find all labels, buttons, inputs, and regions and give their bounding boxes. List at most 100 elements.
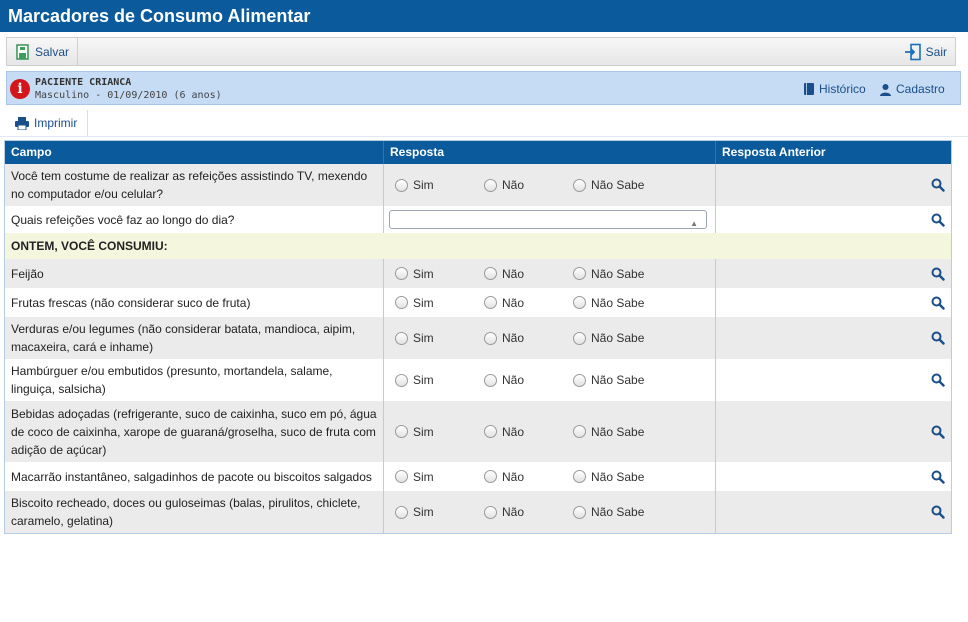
radio-circle[interactable] bbox=[484, 331, 497, 345]
radio-nao-sabe[interactable]: Não Sabe bbox=[573, 294, 644, 312]
save-button[interactable]: Salvar bbox=[7, 38, 79, 65]
radio-nao[interactable]: Não bbox=[484, 265, 524, 283]
radio-sim[interactable]: Sim bbox=[395, 294, 434, 312]
search-icon[interactable] bbox=[931, 470, 945, 484]
book-icon bbox=[804, 83, 814, 95]
radio-label: Não Sabe bbox=[591, 266, 645, 281]
radio-sim[interactable]: Sim bbox=[395, 503, 434, 521]
answer-radio-group: Sim Não Não Sabe bbox=[384, 288, 715, 317]
alert-icon: i bbox=[10, 79, 30, 99]
radio-label: Sim bbox=[413, 295, 434, 310]
history-link[interactable]: Histórico bbox=[803, 82, 866, 96]
radio-label: Não bbox=[502, 373, 525, 387]
search-icon[interactable] bbox=[931, 373, 945, 387]
radio-nao[interactable]: Não bbox=[484, 176, 524, 194]
radio-label: Sim bbox=[413, 178, 434, 192]
radio-nao[interactable]: Não bbox=[484, 371, 524, 389]
print-button[interactable]: Imprimir bbox=[6, 110, 88, 136]
radio-sim[interactable]: Sim bbox=[395, 371, 434, 389]
meals-select[interactable]: ▲ bbox=[389, 210, 707, 229]
radio-circle[interactable] bbox=[395, 373, 408, 387]
radio-circle[interactable] bbox=[573, 425, 586, 438]
radio-label: Não bbox=[502, 295, 525, 310]
question-text: Quais refeições você faz ao longo do dia… bbox=[5, 206, 384, 233]
radio-nao[interactable]: Não bbox=[484, 468, 524, 486]
register-link[interactable]: Cadastro bbox=[879, 82, 945, 96]
radio-label: Não Sabe bbox=[591, 505, 645, 519]
search-icon[interactable] bbox=[931, 331, 945, 345]
radio-label: Não Sabe bbox=[591, 373, 645, 387]
radio-circle[interactable] bbox=[484, 267, 497, 280]
radio-circle[interactable] bbox=[484, 505, 497, 519]
radio-nao-sabe[interactable]: Não Sabe bbox=[573, 176, 644, 194]
radio-circle[interactable] bbox=[573, 267, 586, 280]
answer-radio-group: Sim Não Não Sabe bbox=[384, 491, 715, 533]
radio-nao-sabe[interactable]: Não Sabe bbox=[573, 423, 644, 441]
printer-icon bbox=[15, 116, 29, 130]
radio-circle[interactable] bbox=[573, 296, 586, 309]
radio-circle[interactable] bbox=[573, 178, 586, 192]
radio-circle[interactable] bbox=[484, 470, 497, 483]
radio-nao[interactable]: Não bbox=[484, 294, 524, 312]
page-title: Marcadores de Consumo Alimentar bbox=[8, 6, 311, 26]
divider bbox=[0, 136, 968, 137]
exit-button[interactable]: Sair bbox=[904, 38, 947, 65]
question-text: Feijão bbox=[5, 259, 384, 288]
search-icon[interactable] bbox=[931, 425, 945, 439]
search-icon[interactable] bbox=[931, 267, 945, 281]
table-row: Bebidas adoçadas (refrigerante, suco de … bbox=[5, 401, 951, 462]
radio-circle[interactable] bbox=[395, 425, 408, 438]
radio-label: Não bbox=[502, 424, 525, 439]
radio-nao-sabe[interactable]: Não Sabe bbox=[573, 265, 644, 283]
radio-nao-sabe[interactable]: Não Sabe bbox=[573, 468, 644, 486]
save-label: Salvar bbox=[35, 44, 70, 59]
table-row: Você tem costume de realizar as refeiçõe… bbox=[5, 164, 951, 206]
question-text: Hambúrguer e/ou embutidos (presunto, mor… bbox=[5, 359, 384, 401]
answer-radio-group: Sim Não Não Sabe bbox=[384, 317, 715, 359]
search-icon[interactable] bbox=[931, 213, 945, 227]
radio-nao-sabe[interactable]: Não Sabe bbox=[573, 371, 644, 389]
radio-nao-sabe[interactable]: Não Sabe bbox=[573, 329, 644, 347]
question-text: Bebidas adoçadas (refrigerante, suco de … bbox=[5, 401, 384, 462]
search-icon[interactable] bbox=[931, 178, 945, 192]
radio-nao[interactable]: Não bbox=[484, 329, 524, 347]
search-icon[interactable] bbox=[931, 296, 945, 310]
header-resposta-anterior: Resposta Anterior bbox=[722, 145, 826, 159]
save-icon bbox=[16, 43, 29, 60]
radio-circle[interactable] bbox=[395, 296, 408, 309]
radio-circle[interactable] bbox=[395, 331, 408, 345]
answer-radio-group: Sim Não Não Sabe bbox=[384, 164, 715, 206]
radio-nao[interactable]: Não bbox=[484, 503, 524, 521]
patient-details: Masculino - 01/09/2010 (6 anos) bbox=[35, 90, 222, 101]
table-row: Verduras e/ou legumes (não considerar ba… bbox=[5, 317, 951, 359]
radio-circle[interactable] bbox=[395, 470, 408, 483]
radio-sim[interactable]: Sim bbox=[395, 176, 434, 194]
search-icon[interactable] bbox=[931, 505, 945, 519]
radio-circle[interactable] bbox=[395, 267, 408, 280]
radio-circle[interactable] bbox=[573, 331, 586, 345]
radio-sim[interactable]: Sim bbox=[395, 468, 434, 486]
radio-circle[interactable] bbox=[484, 296, 497, 309]
radio-sim[interactable]: Sim bbox=[395, 423, 434, 441]
radio-circle[interactable] bbox=[573, 373, 586, 387]
answer-cell: Sim Não Não Sabe bbox=[384, 401, 716, 462]
radio-circle[interactable] bbox=[484, 373, 497, 387]
header-campo: Campo bbox=[5, 141, 384, 164]
radio-circle[interactable] bbox=[484, 425, 497, 438]
question-text: Verduras e/ou legumes (não considerar ba… bbox=[5, 317, 384, 359]
previous-answer-cell bbox=[716, 288, 951, 317]
radio-sim[interactable]: Sim bbox=[395, 329, 434, 347]
radio-label: Não Sabe bbox=[591, 469, 645, 484]
radio-circle[interactable] bbox=[395, 178, 408, 192]
previous-answer-cell bbox=[716, 164, 951, 206]
radio-circle[interactable] bbox=[573, 505, 586, 519]
radio-circle[interactable] bbox=[484, 178, 497, 192]
radio-sim[interactable]: Sim bbox=[395, 265, 434, 283]
radio-circle[interactable] bbox=[395, 505, 408, 519]
radio-nao-sabe[interactable]: Não Sabe bbox=[573, 503, 644, 521]
answer-cell: Sim Não Não Sabe bbox=[384, 317, 716, 359]
patient-info-bar: i PACIENTE CRIANCA Masculino - 01/09/201… bbox=[6, 71, 961, 105]
table-header: Campo Resposta Resposta Anterior bbox=[5, 141, 951, 164]
radio-circle[interactable] bbox=[573, 470, 586, 483]
radio-nao[interactable]: Não bbox=[484, 423, 524, 441]
